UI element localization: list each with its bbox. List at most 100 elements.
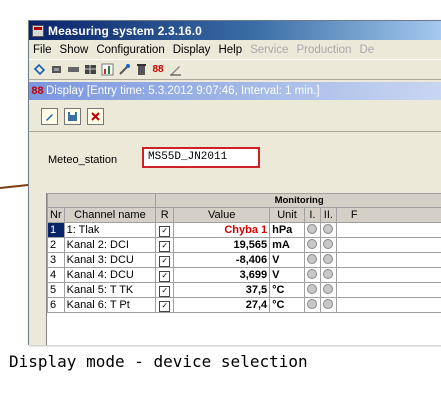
table-row[interactable]: 3 Kanal 3: DCU ✓ -8,406 V (47, 252, 441, 268)
row-led-ii (319, 252, 337, 268)
display-88-icon: 88 (31, 84, 44, 97)
app-window: Measuring system 2.3.16.0 File Show Conf… (28, 20, 441, 345)
monitoring-grid: Monitoring Nr Channel name R Value Unit … (46, 193, 441, 345)
row-checkbox-cell: ✓ (155, 297, 175, 313)
edit-icon[interactable] (41, 107, 58, 125)
status-led-icon (307, 298, 318, 309)
menu-configuration[interactable]: Configuration (92, 44, 168, 56)
title-bar: Measuring system 2.3.16.0 (29, 21, 441, 40)
row-extra (335, 252, 441, 268)
row-channel-name: Kanal 2: DCI (63, 237, 157, 253)
status-led-icon (307, 268, 318, 279)
row-led-ii (319, 222, 337, 238)
col-i[interactable]: I. (303, 207, 321, 223)
row-nr: 1 (47, 222, 65, 238)
number-88-icon[interactable]: 88 (151, 63, 165, 76)
app-icon (32, 24, 44, 37)
display-title: Display [Entry time: 5.3.2012 9:07:46, I… (46, 85, 320, 97)
row-nr: 4 (47, 267, 65, 283)
col-value[interactable]: Value (173, 207, 271, 223)
menu-de: De (359, 43, 375, 56)
row-channel-name: Kanal 6: T Pt (63, 297, 157, 313)
row-checkbox-cell: ✓ (155, 222, 175, 238)
status-led-icon (307, 223, 318, 234)
tools-icon[interactable] (117, 63, 131, 76)
row-led-ii (319, 282, 337, 298)
table-row[interactable]: 2 Kanal 2: DCI ✓ 19,565 mA (47, 237, 441, 253)
menu-show[interactable]: Show (56, 44, 93, 56)
menu-display[interactable]: Display (169, 44, 215, 56)
row-extra (335, 297, 441, 313)
pen-icon[interactable] (168, 63, 182, 76)
row-unit: mA (269, 237, 305, 253)
row-value: 3,699 (173, 267, 271, 283)
group-header-monitoring: Monitoring (155, 193, 441, 208)
display-toolbar (29, 101, 441, 132)
table-row[interactable]: 1 1: Tlak ✓ Chyba 1 hPa (47, 222, 441, 238)
row-unit: °C (269, 297, 305, 313)
row-value: 27,4 (173, 297, 271, 313)
link-icon[interactable] (32, 63, 46, 76)
row-led-i (303, 282, 321, 298)
row-nr: 2 (47, 237, 65, 253)
window-title: Measuring system 2.3.16.0 (48, 23, 202, 38)
record-checkbox[interactable]: ✓ (159, 285, 171, 297)
row-channel-name: Kanal 5: T TK (63, 282, 157, 298)
row-nr: 5 (47, 282, 65, 298)
menu-production: Production (296, 43, 352, 56)
row-value: -8,406 (173, 252, 271, 268)
tab-meteo-station[interactable]: Meteo_station (48, 154, 117, 166)
row-checkbox-cell: ✓ (155, 237, 175, 253)
row-nr: 3 (47, 252, 65, 268)
save-icon[interactable] (64, 107, 81, 125)
row-led-ii (319, 267, 337, 283)
status-led-icon (323, 238, 334, 249)
row-extra (335, 282, 441, 298)
row-channel-name: Kanal 4: DCU (63, 267, 157, 283)
row-value: 19,565 (173, 237, 271, 253)
trash-icon[interactable] (134, 63, 148, 76)
status-led-icon (323, 283, 334, 294)
record-checkbox[interactable]: ✓ (159, 225, 171, 237)
col-ii[interactable]: II. (319, 207, 337, 223)
row-channel-name: Kanal 3: DCU (63, 252, 157, 268)
row-extra (335, 267, 441, 283)
row-unit: V (269, 267, 305, 283)
chip-icon[interactable] (49, 63, 63, 76)
table-row[interactable]: 6 Kanal 6: T Pt ✓ 27,4 °C (47, 297, 441, 313)
row-value: 37,5 (173, 282, 271, 298)
col-channel-name[interactable]: Channel name (63, 207, 157, 223)
row-unit: °C (269, 282, 305, 298)
record-checkbox[interactable]: ✓ (159, 300, 171, 312)
status-led-icon (307, 238, 318, 249)
row-unit: V (269, 252, 305, 268)
status-led-icon (323, 253, 334, 264)
close-chart-icon[interactable] (87, 107, 104, 125)
row-nr: 6 (47, 297, 65, 313)
grid-icon[interactable] (83, 63, 97, 76)
menu-help[interactable]: Help (214, 44, 246, 56)
module-icon[interactable] (66, 63, 80, 76)
row-checkbox-cell: ✓ (155, 282, 175, 298)
row-led-i (303, 222, 321, 238)
status-led-icon (323, 268, 334, 279)
caption-text: Display mode - device selection (9, 352, 308, 371)
chart-icon[interactable] (100, 63, 114, 76)
table-row[interactable]: 5 Kanal 5: T TK ✓ 37,5 °C (47, 282, 441, 298)
row-value: Chyba 1 (173, 222, 271, 238)
record-checkbox[interactable]: ✓ (159, 240, 171, 252)
menu-file[interactable]: File (29, 44, 56, 56)
main-toolbar: 88 (29, 59, 441, 80)
record-checkbox[interactable]: ✓ (159, 270, 171, 282)
record-checkbox[interactable]: ✓ (159, 255, 171, 267)
col-extra[interactable]: F (335, 207, 441, 223)
row-checkbox-cell: ✓ (155, 252, 175, 268)
row-led-ii (319, 237, 337, 253)
menu-service: Service (250, 43, 289, 56)
col-unit[interactable]: Unit (269, 207, 305, 223)
row-channel-name: 1: Tlak (63, 222, 157, 238)
col-nr[interactable]: Nr (47, 207, 65, 223)
col-r[interactable]: R (155, 207, 175, 223)
table-row[interactable]: 4 Kanal 4: DCU ✓ 3,699 V (47, 267, 441, 283)
selected-device-tab[interactable]: MS55D_JN2011 (142, 147, 260, 168)
